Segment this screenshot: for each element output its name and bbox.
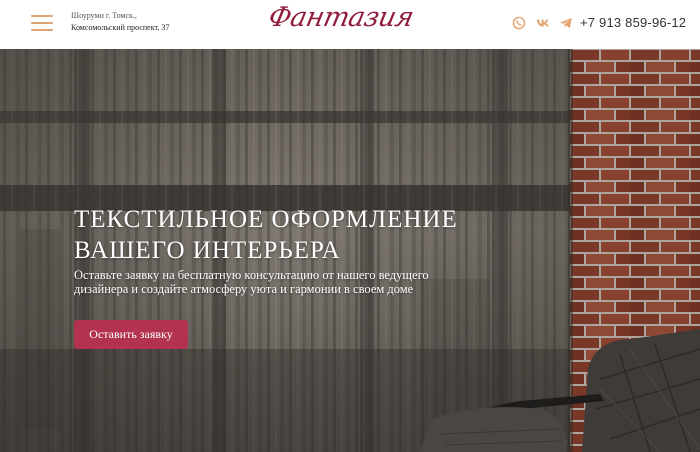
- hero-title-line-1: Текстильное оформление: [74, 206, 458, 233]
- telegram-icon[interactable]: [559, 16, 573, 30]
- burger-menu-icon[interactable]: [31, 14, 53, 32]
- hero-title-line-2: вашего интерьера: [74, 237, 341, 264]
- hero-banner: Текстильное оформление вашего интерьера …: [0, 49, 700, 452]
- address-line-2: Комсомольский проспект, 37: [71, 23, 170, 32]
- whatsapp-icon[interactable]: [512, 16, 526, 30]
- address-line-1: Шоуруми г. Томск.,: [71, 11, 137, 20]
- site-logo[interactable]: Фантазия: [264, 2, 418, 42]
- phone-link[interactable]: +7 913 859-96-12: [580, 15, 686, 30]
- hero-subtitle: Оставьте заявку на бесплатную консультац…: [74, 268, 429, 296]
- vk-icon[interactable]: [536, 16, 550, 30]
- showroom-address: Шоуруми г. Томск., Комсомольский проспек…: [71, 10, 221, 34]
- hero-title: Текстильное оформление вашего интерьера: [74, 204, 494, 266]
- request-consultation-button[interactable]: Оставить заявку: [74, 320, 188, 349]
- site-header: Шоуруми г. Томск., Комсомольский проспек…: [0, 0, 700, 49]
